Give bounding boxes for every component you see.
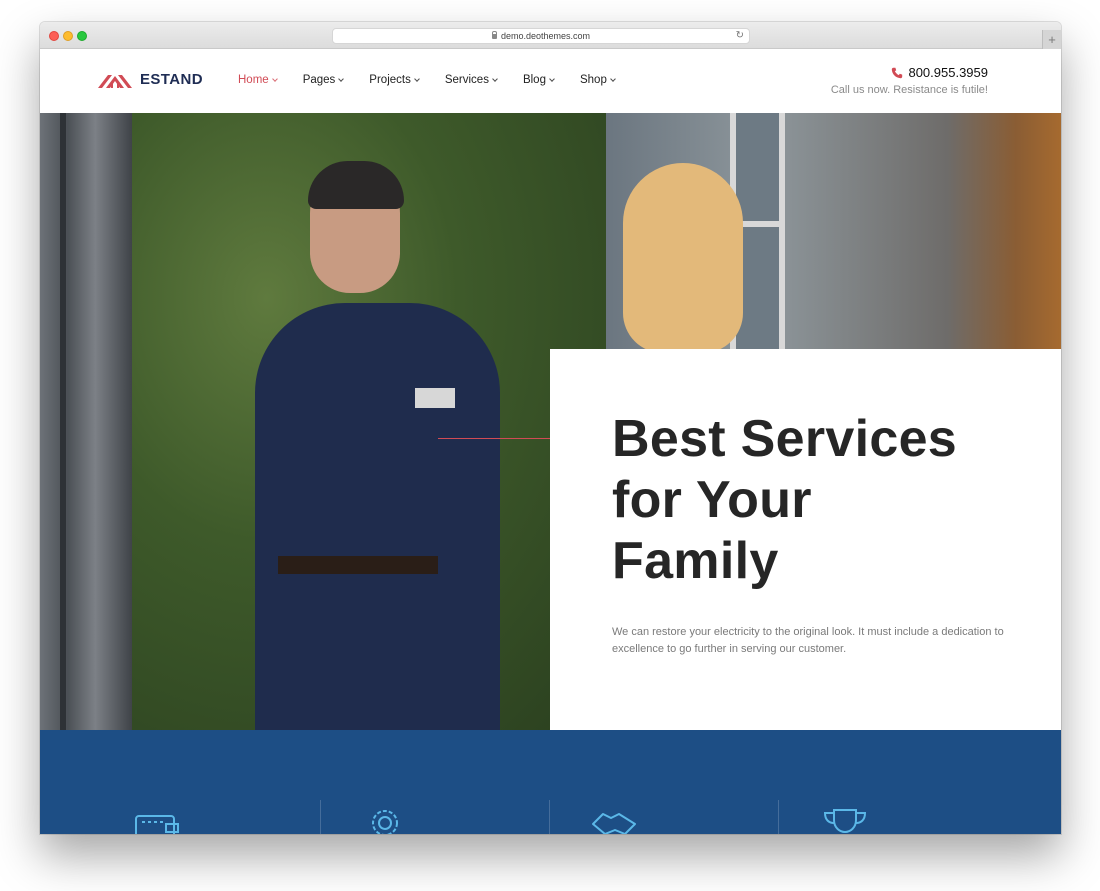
lock-icon [491, 31, 498, 39]
new-tab-button[interactable]: + [1042, 30, 1061, 49]
trophy-icon [823, 809, 867, 834]
nav-item-blog[interactable]: Blog [522, 74, 555, 86]
door-frame [40, 113, 132, 730]
logo-text: ESTAND [140, 71, 203, 88]
nav-item-label: Services [444, 74, 489, 86]
phone-tagline: Call us now. Resistance is futile! [830, 84, 988, 96]
roof-logo-icon [98, 74, 132, 88]
site-logo[interactable]: ESTAND [98, 71, 203, 88]
chevron-down-icon [610, 76, 616, 82]
wallet-icon [135, 815, 179, 834]
hero-section: Best Services for Your Family We can res… [40, 113, 1061, 730]
reload-icon[interactable]: ↻ [736, 29, 744, 43]
handshake-icon [592, 813, 636, 834]
maximize-window-button[interactable] [77, 31, 87, 41]
feature-divider [549, 800, 550, 834]
chevron-down-icon [271, 76, 278, 82]
nav-item-label: Projects [369, 74, 411, 86]
nav-item-home[interactable]: Home [238, 74, 278, 86]
minimize-window-button[interactable] [63, 31, 73, 41]
nav-item-label: Blog [522, 74, 546, 86]
chevron-down-icon [338, 76, 345, 82]
header-contact: 800.955.3959 Call us now. Resistance is … [831, 65, 988, 96]
worker-belt [278, 556, 438, 574]
customer-figure [623, 163, 743, 353]
site-header: ESTAND Home Pages Projects Services Blog… [40, 50, 1061, 113]
feature-divider [320, 800, 321, 834]
phone-link[interactable]: 800.955.3959 [831, 65, 988, 80]
address-url: demo.deothemes.com [500, 31, 591, 41]
name-badge [415, 388, 455, 408]
chevron-down-icon [549, 76, 555, 82]
hero-title: Best Services for Your Family [612, 410, 958, 590]
hero-card: Best Services for Your Family We can res… [550, 349, 1061, 730]
nav-item-label: Shop [579, 74, 607, 86]
nav-item-services[interactable]: Services [444, 74, 498, 86]
chevron-down-icon [492, 76, 498, 82]
phone-number: 800.955.3959 [908, 65, 988, 80]
main-nav: Home Pages Projects Services Blog Shop [238, 74, 641, 86]
worker-figure [255, 303, 500, 730]
features-strip [40, 730, 1061, 834]
gear-icon [372, 810, 398, 834]
nav-item-label: Pages [302, 74, 336, 86]
nav-item-shop[interactable]: Shop [579, 74, 616, 86]
nav-item-projects[interactable]: Projects [369, 74, 420, 86]
address-bar[interactable]: demo.deothemes.com ↻ [332, 28, 750, 44]
close-window-button[interactable] [49, 31, 59, 41]
nav-item-label: Home [238, 74, 269, 86]
hero-description: We can restore your electricity to the o… [612, 626, 1004, 655]
browser-window: demo.deothemes.com ↻ + ESTAND Home Pages… [40, 22, 1061, 834]
feature-divider [778, 800, 779, 834]
browser-titlebar: demo.deothemes.com ↻ + [40, 22, 1061, 49]
phone-icon [892, 67, 903, 78]
nav-item-pages[interactable]: Pages [302, 74, 345, 86]
chevron-down-icon [414, 76, 420, 82]
